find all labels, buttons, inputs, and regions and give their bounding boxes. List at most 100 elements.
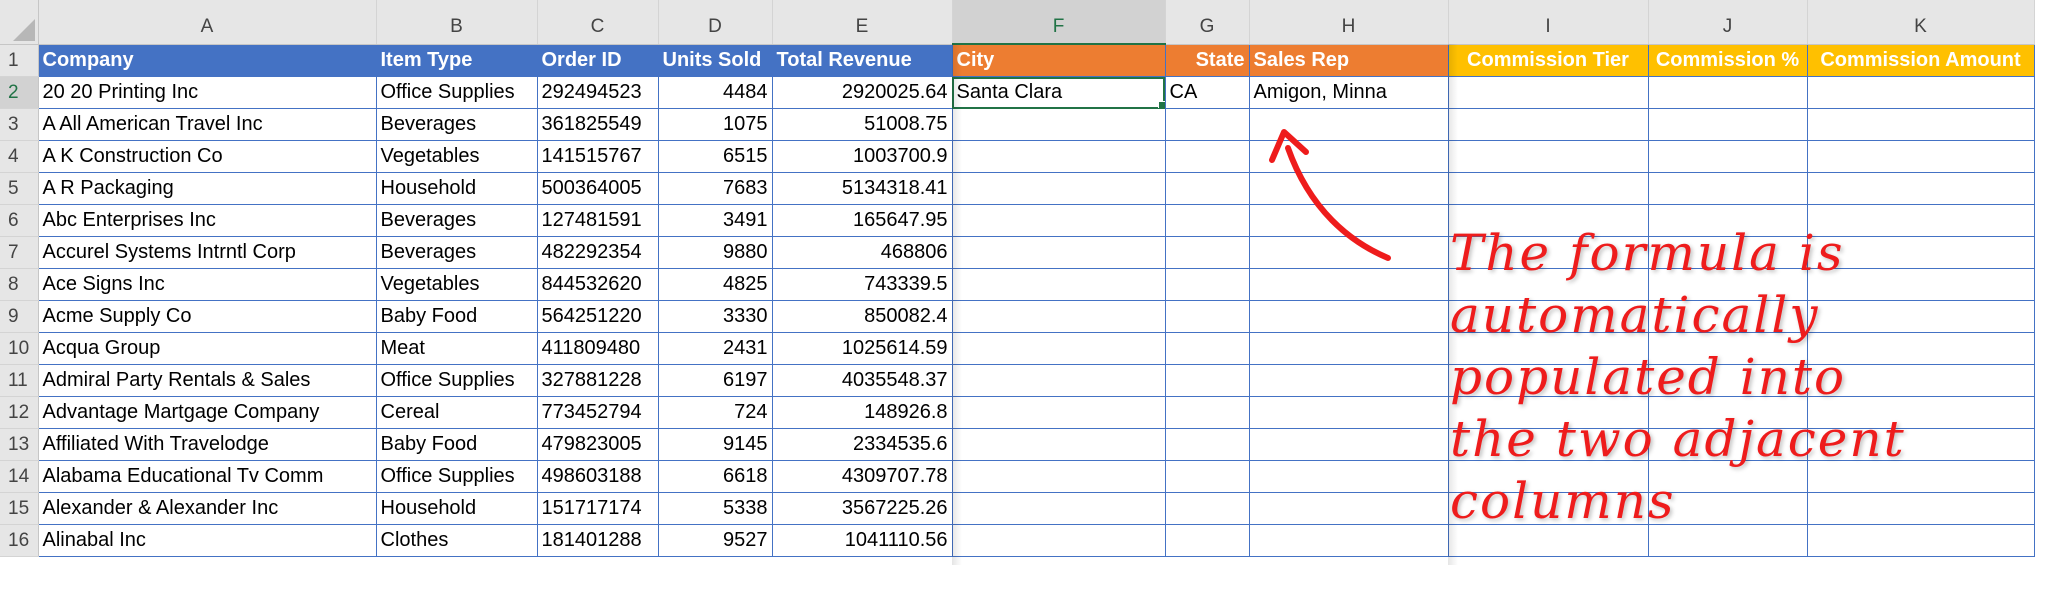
row-header[interactable]: 1 bbox=[0, 44, 39, 77]
cell-item-type[interactable]: Clothes bbox=[376, 524, 538, 557]
cell-commission-amount[interactable] bbox=[1807, 172, 2035, 205]
cell-state[interactable] bbox=[1165, 204, 1250, 237]
cell-total-revenue[interactable]: 148926.8 bbox=[772, 396, 953, 429]
cell-sales-rep[interactable]: Amigon, Minna bbox=[1249, 76, 1449, 109]
cell-item-type[interactable]: Beverages bbox=[376, 108, 538, 141]
row-header[interactable]: 15 bbox=[0, 492, 39, 525]
cell-city[interactable] bbox=[952, 172, 1166, 205]
row-header[interactable]: 8 bbox=[0, 268, 39, 301]
header-cell-sales-rep[interactable]: Sales Rep bbox=[1249, 44, 1449, 77]
cell-order-id[interactable]: 500364005 bbox=[537, 172, 659, 205]
cell-units-sold[interactable]: 3330 bbox=[658, 300, 773, 333]
cell-total-revenue[interactable]: 468806 bbox=[772, 236, 953, 269]
cell-units-sold[interactable]: 5338 bbox=[658, 492, 773, 525]
cell-order-id[interactable]: 151717174 bbox=[537, 492, 659, 525]
cell-sales-rep[interactable] bbox=[1249, 332, 1449, 365]
cell-item-type[interactable]: Vegetables bbox=[376, 140, 538, 173]
cell-total-revenue[interactable]: 743339.5 bbox=[772, 268, 953, 301]
header-cell-units-sold[interactable]: Units Sold bbox=[658, 44, 773, 77]
column-header-i[interactable]: I bbox=[1448, 0, 1649, 45]
cell-company[interactable]: A R Packaging bbox=[38, 172, 377, 205]
cell-city[interactable] bbox=[952, 108, 1166, 141]
header-cell-state[interactable]: State bbox=[1165, 44, 1250, 77]
cell-state[interactable] bbox=[1165, 268, 1250, 301]
row-header[interactable]: 16 bbox=[0, 524, 39, 557]
cell-units-sold[interactable]: 6618 bbox=[658, 460, 773, 493]
cell-sales-rep[interactable] bbox=[1249, 396, 1449, 429]
cell-total-revenue[interactable]: 1025614.59 bbox=[772, 332, 953, 365]
column-header-f[interactable]: F bbox=[952, 0, 1166, 45]
cell-state[interactable] bbox=[1165, 236, 1250, 269]
cell-item-type[interactable]: Beverages bbox=[376, 204, 538, 237]
cell-city[interactable] bbox=[952, 268, 1166, 301]
cell-state[interactable] bbox=[1165, 140, 1250, 173]
cell-total-revenue[interactable]: 1003700.9 bbox=[772, 140, 953, 173]
cell-units-sold[interactable]: 6515 bbox=[658, 140, 773, 173]
cell-state[interactable] bbox=[1165, 396, 1250, 429]
cell-commission-amount[interactable] bbox=[1807, 140, 2035, 173]
cell-units-sold[interactable]: 9880 bbox=[658, 236, 773, 269]
cell-order-id[interactable]: 292494523 bbox=[537, 76, 659, 109]
cell-order-id[interactable]: 127481591 bbox=[537, 204, 659, 237]
column-header-c[interactable]: C bbox=[537, 0, 659, 45]
row-header[interactable]: 13 bbox=[0, 428, 39, 461]
fill-handle[interactable] bbox=[1157, 101, 1164, 108]
cell-state[interactable] bbox=[1165, 492, 1250, 525]
cell-city[interactable] bbox=[952, 396, 1166, 429]
cell-units-sold[interactable]: 724 bbox=[658, 396, 773, 429]
cell-city[interactable]: Santa Clara bbox=[952, 76, 1166, 109]
column-header-g[interactable]: G bbox=[1165, 0, 1250, 45]
cell-order-id[interactable]: 482292354 bbox=[537, 236, 659, 269]
cell-state[interactable] bbox=[1165, 172, 1250, 205]
cell-company[interactable]: Abc Enterprises Inc bbox=[38, 204, 377, 237]
column-header-d[interactable]: D bbox=[658, 0, 773, 45]
cell-company[interactable]: Alabama Educational Tv Comm bbox=[38, 460, 377, 493]
row-header[interactable]: 14 bbox=[0, 460, 39, 493]
cell-city[interactable] bbox=[952, 300, 1166, 333]
cell-state[interactable]: CA bbox=[1165, 76, 1250, 109]
cell-company[interactable]: Alinabal Inc bbox=[38, 524, 377, 557]
column-header-j[interactable]: J bbox=[1648, 0, 1808, 45]
cell-sales-rep[interactable] bbox=[1249, 460, 1449, 493]
cell-units-sold[interactable]: 2431 bbox=[658, 332, 773, 365]
cell-city[interactable] bbox=[952, 460, 1166, 493]
cell-company[interactable]: Affiliated With Travelodge bbox=[38, 428, 377, 461]
cell-total-revenue[interactable]: 51008.75 bbox=[772, 108, 953, 141]
cell-order-id[interactable]: 361825549 bbox=[537, 108, 659, 141]
cell-sales-rep[interactable] bbox=[1249, 300, 1449, 333]
row-header[interactable]: 9 bbox=[0, 300, 39, 333]
cell-state[interactable] bbox=[1165, 364, 1250, 397]
cell-total-revenue[interactable]: 5134318.41 bbox=[772, 172, 953, 205]
cell-state[interactable] bbox=[1165, 524, 1250, 557]
row-header[interactable]: 2 bbox=[0, 76, 39, 109]
cell-company[interactable]: Ace Signs Inc bbox=[38, 268, 377, 301]
cell-item-type[interactable]: Office Supplies bbox=[376, 460, 538, 493]
row-header[interactable]: 11 bbox=[0, 364, 39, 397]
row-header[interactable]: 10 bbox=[0, 332, 39, 365]
cell-item-type[interactable]: Baby Food bbox=[376, 428, 538, 461]
cell-units-sold[interactable]: 4484 bbox=[658, 76, 773, 109]
cell-total-revenue[interactable]: 165647.95 bbox=[772, 204, 953, 237]
cell-total-revenue[interactable]: 3567225.26 bbox=[772, 492, 953, 525]
cell-order-id[interactable]: 141515767 bbox=[537, 140, 659, 173]
cell-state[interactable] bbox=[1165, 300, 1250, 333]
cell-state[interactable] bbox=[1165, 460, 1250, 493]
cell-commission-tier[interactable] bbox=[1448, 172, 1649, 205]
column-header-e[interactable]: E bbox=[772, 0, 953, 45]
cell-sales-rep[interactable] bbox=[1249, 428, 1449, 461]
cell-city[interactable] bbox=[952, 428, 1166, 461]
cell-state[interactable] bbox=[1165, 428, 1250, 461]
cell-commission-tier[interactable] bbox=[1448, 140, 1649, 173]
cell-item-type[interactable]: Vegetables bbox=[376, 268, 538, 301]
cell-city[interactable] bbox=[952, 204, 1166, 237]
row-header[interactable]: 7 bbox=[0, 236, 39, 269]
header-cell-order-id[interactable]: Order ID bbox=[537, 44, 659, 77]
cell-order-id[interactable]: 564251220 bbox=[537, 300, 659, 333]
select-all-corner[interactable] bbox=[0, 0, 39, 45]
cell-city[interactable] bbox=[952, 332, 1166, 365]
cell-order-id[interactable]: 181401288 bbox=[537, 524, 659, 557]
cell-sales-rep[interactable] bbox=[1249, 524, 1449, 557]
cell-total-revenue[interactable]: 1041110.56 bbox=[772, 524, 953, 557]
cell-total-revenue[interactable]: 4309707.78 bbox=[772, 460, 953, 493]
cell-city[interactable] bbox=[952, 140, 1166, 173]
